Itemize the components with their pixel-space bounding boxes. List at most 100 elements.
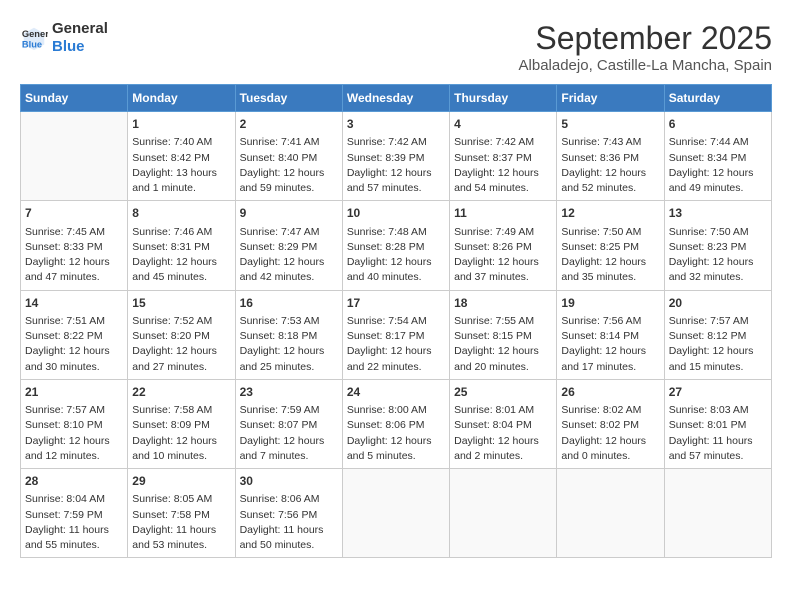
calendar-cell: 10Sunrise: 7:48 AM Sunset: 8:28 PM Dayli…	[342, 201, 449, 290]
day-number: 27	[669, 384, 767, 401]
svg-text:Blue: Blue	[22, 39, 42, 49]
page-header: General Blue General Blue September 2025…	[20, 20, 772, 74]
logo-blue-text: Blue	[52, 38, 108, 56]
day-number: 22	[132, 384, 230, 401]
day-header-friday: Friday	[557, 85, 664, 112]
logo-general-text: General	[52, 20, 108, 38]
calendar-cell: 11 Sunrise: 7:49 AM Sunset: 8:26 PM Dayli…	[450, 201, 557, 290]
day-number: 17	[347, 295, 445, 312]
day-info: Sunrise: 7:59 AM Sunset: 8:07 PM Dayligh…	[240, 403, 338, 464]
day-info: Sunrise: 7:52 AM Sunset: 8:20 PM Dayligh…	[132, 314, 230, 375]
day-header-tuesday: Tuesday	[235, 85, 342, 112]
calendar-cell: 5Sunrise: 7:43 AM Sunset: 8:36 PM Daylig…	[557, 112, 664, 201]
calendar-cell	[557, 469, 664, 558]
calendar-cell: 13 Sunrise: 7:50 AM Sunset: 8:23 PM Dayli…	[664, 201, 771, 290]
day-number: 1	[132, 116, 230, 133]
day-number: 8	[132, 205, 230, 222]
calendar-week-row: 1 Sunrise: 7:40 AM Sunset: 8:42 PM Daylig…	[21, 112, 772, 201]
logo-icon: General Blue	[20, 24, 48, 52]
day-number: 4	[454, 116, 552, 133]
day-info: Sunrise: 7:58 AM Sunset: 8:09 PM Dayligh…	[132, 403, 230, 464]
day-number: 23	[240, 384, 338, 401]
day-number: 30	[240, 473, 338, 490]
calendar-cell: 30Sunrise: 8:06 AM Sunset: 7:56 PM Dayli…	[235, 469, 342, 558]
calendar-week-row: 14 Sunrise: 7:51 AM Sunset: 8:22 PM Dayli…	[21, 290, 772, 379]
calendar-cell: 4 Sunrise: 7:42 AM Sunset: 8:37 PM Daylig…	[450, 112, 557, 201]
calendar-title: September 2025	[519, 20, 772, 57]
calendar-cell: 27 Sunrise: 8:03 AM Sunset: 8:01 PM Dayli…	[664, 379, 771, 468]
calendar-cell: 1 Sunrise: 7:40 AM Sunset: 8:42 PM Daylig…	[128, 112, 235, 201]
calendar-cell: 2Sunrise: 7:41 AM Sunset: 8:40 PM Daylig…	[235, 112, 342, 201]
calendar-table: SundayMondayTuesdayWednesdayThursdayFrid…	[20, 84, 772, 558]
day-info: Sunrise: 7:57 AM Sunset: 8:12 PM Dayligh…	[669, 314, 767, 375]
calendar-cell: 18Sunrise: 7:55 AM Sunset: 8:15 PM Dayli…	[450, 290, 557, 379]
calendar-cell: 9Sunrise: 7:47 AM Sunset: 8:29 PM Daylig…	[235, 201, 342, 290]
day-info: Sunrise: 7:57 AM Sunset: 8:10 PM Dayligh…	[25, 403, 123, 464]
day-info: Sunrise: 7:53 AM Sunset: 8:18 PM Dayligh…	[240, 314, 338, 375]
day-info: Sunrise: 7:42 AM Sunset: 8:37 PM Dayligh…	[454, 135, 552, 196]
day-number: 13	[669, 205, 767, 222]
day-number: 24	[347, 384, 445, 401]
day-header-thursday: Thursday	[450, 85, 557, 112]
day-number: 6	[669, 116, 767, 133]
day-info: Sunrise: 7:41 AM Sunset: 8:40 PM Dayligh…	[240, 135, 338, 196]
calendar-cell	[21, 112, 128, 201]
day-info: Sunrise: 8:05 AM Sunset: 7:58 PM Dayligh…	[132, 492, 230, 553]
calendar-cell: 22 Sunrise: 7:58 AM Sunset: 8:09 PM Dayli…	[128, 379, 235, 468]
calendar-cell: 26 Sunrise: 8:02 AM Sunset: 8:02 PM Dayli…	[557, 379, 664, 468]
calendar-cell: 21 Sunrise: 7:57 AM Sunset: 8:10 PM Dayli…	[21, 379, 128, 468]
calendar-cell: 15 Sunrise: 7:52 AM Sunset: 8:20 PM Dayli…	[128, 290, 235, 379]
calendar-week-row: 21 Sunrise: 7:57 AM Sunset: 8:10 PM Dayli…	[21, 379, 772, 468]
calendar-cell	[450, 469, 557, 558]
day-number: 26	[561, 384, 659, 401]
day-info: Sunrise: 8:00 AM Sunset: 8:06 PM Dayligh…	[347, 403, 445, 464]
day-number: 11	[454, 205, 552, 222]
calendar-cell	[342, 469, 449, 558]
day-info: Sunrise: 8:03 AM Sunset: 8:01 PM Dayligh…	[669, 403, 767, 464]
svg-text:General: General	[22, 29, 48, 39]
calendar-cell: 16 Sunrise: 7:53 AM Sunset: 8:18 PM Dayli…	[235, 290, 342, 379]
day-number: 5	[561, 116, 659, 133]
day-info: Sunrise: 7:50 AM Sunset: 8:23 PM Dayligh…	[669, 225, 767, 286]
calendar-cell: 24 Sunrise: 8:00 AM Sunset: 8:06 PM Dayli…	[342, 379, 449, 468]
logo: General Blue General Blue	[20, 20, 108, 56]
day-info: Sunrise: 7:54 AM Sunset: 8:17 PM Dayligh…	[347, 314, 445, 375]
day-info: Sunrise: 7:49 AM Sunset: 8:26 PM Dayligh…	[454, 225, 552, 286]
calendar-cell: 6 Sunrise: 7:44 AM Sunset: 8:34 PM Daylig…	[664, 112, 771, 201]
day-info: Sunrise: 7:40 AM Sunset: 8:42 PM Dayligh…	[132, 135, 230, 196]
logo-text: General Blue	[52, 20, 108, 56]
day-info: Sunrise: 7:56 AM Sunset: 8:14 PM Dayligh…	[561, 314, 659, 375]
calendar-cell: 19 Sunrise: 7:56 AM Sunset: 8:14 PM Dayli…	[557, 290, 664, 379]
day-number: 9	[240, 205, 338, 222]
calendar-cell: 8Sunrise: 7:46 AM Sunset: 8:31 PM Daylig…	[128, 201, 235, 290]
calendar-cell: 3Sunrise: 7:42 AM Sunset: 8:39 PM Daylig…	[342, 112, 449, 201]
day-number: 15	[132, 295, 230, 312]
day-header-wednesday: Wednesday	[342, 85, 449, 112]
day-info: Sunrise: 7:51 AM Sunset: 8:22 PM Dayligh…	[25, 314, 123, 375]
calendar-subtitle: Albaladejo, Castille-La Mancha, Spain	[519, 57, 772, 74]
calendar-cell: 25 Sunrise: 8:01 AM Sunset: 8:04 PM Dayli…	[450, 379, 557, 468]
day-info: Sunrise: 7:50 AM Sunset: 8:25 PM Dayligh…	[561, 225, 659, 286]
calendar-cell	[664, 469, 771, 558]
day-info: Sunrise: 8:02 AM Sunset: 8:02 PM Dayligh…	[561, 403, 659, 464]
day-info: Sunrise: 8:01 AM Sunset: 8:04 PM Dayligh…	[454, 403, 552, 464]
day-number: 16	[240, 295, 338, 312]
day-number: 10	[347, 205, 445, 222]
calendar-cell: 12 Sunrise: 7:50 AM Sunset: 8:25 PM Dayli…	[557, 201, 664, 290]
calendar-cell: 29 Sunrise: 8:05 AM Sunset: 7:58 PM Dayli…	[128, 469, 235, 558]
day-number: 14	[25, 295, 123, 312]
day-info: Sunrise: 7:44 AM Sunset: 8:34 PM Dayligh…	[669, 135, 767, 196]
day-header-saturday: Saturday	[664, 85, 771, 112]
day-number: 21	[25, 384, 123, 401]
calendar-cell: 7Sunrise: 7:45 AM Sunset: 8:33 PM Daylig…	[21, 201, 128, 290]
day-number: 29	[132, 473, 230, 490]
calendar-cell: 28Sunrise: 8:04 AM Sunset: 7:59 PM Dayli…	[21, 469, 128, 558]
day-number: 19	[561, 295, 659, 312]
calendar-week-row: 28Sunrise: 8:04 AM Sunset: 7:59 PM Dayli…	[21, 469, 772, 558]
day-header-monday: Monday	[128, 85, 235, 112]
day-number: 12	[561, 205, 659, 222]
calendar-header-row: SundayMondayTuesdayWednesdayThursdayFrid…	[21, 85, 772, 112]
day-info: Sunrise: 7:45 AM Sunset: 8:33 PM Dayligh…	[25, 225, 123, 286]
day-number: 20	[669, 295, 767, 312]
day-number: 25	[454, 384, 552, 401]
